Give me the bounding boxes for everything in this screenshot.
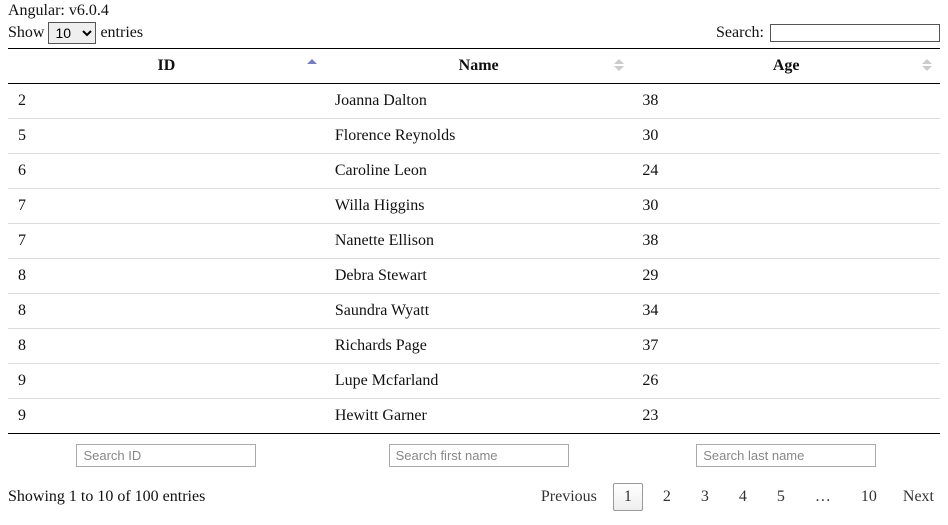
cell-age: 37	[632, 329, 940, 364]
cell-id: 6	[8, 154, 325, 189]
sort-icon	[307, 59, 317, 73]
cell-id: 9	[8, 364, 325, 399]
column-header-name[interactable]: Name	[325, 49, 633, 84]
sort-icon	[614, 59, 624, 73]
cell-age: 30	[632, 189, 940, 224]
pagination-ellipsis: …	[805, 484, 841, 510]
cell-name: Richards Page	[325, 329, 633, 364]
cell-age: 30	[632, 119, 940, 154]
filter-last-name-input[interactable]	[696, 444, 876, 467]
table-row: 8Debra Stewart29	[8, 259, 940, 294]
cell-name: Lupe Mcfarland	[325, 364, 633, 399]
table-row: 7Willa Higgins30	[8, 189, 940, 224]
length-suffix: entries	[100, 24, 143, 42]
cell-id: 8	[8, 329, 325, 364]
length-control: Show 102550100 entries	[8, 22, 143, 44]
filter-first-name-input[interactable]	[389, 444, 569, 467]
table-row: 8Richards Page37	[8, 329, 940, 364]
cell-name: Hewitt Garner	[325, 399, 633, 434]
cell-id: 7	[8, 189, 325, 224]
pagination-page[interactable]: 5	[767, 484, 795, 510]
global-search: Search:	[716, 24, 940, 42]
table-row: 7Nanette Ellison38	[8, 224, 940, 259]
column-header-age-label: Age	[773, 57, 800, 74]
table-info: Showing 1 to 10 of 100 entries	[8, 488, 205, 506]
cell-name: Saundra Wyatt	[325, 294, 633, 329]
pagination-page[interactable]: 1	[613, 483, 643, 511]
cell-id: 8	[8, 259, 325, 294]
cell-age: 34	[632, 294, 940, 329]
sort-icon	[922, 59, 932, 73]
cell-age: 38	[632, 84, 940, 119]
table-row: 2Joanna Dalton38	[8, 84, 940, 119]
pagination-page[interactable]: 10	[851, 484, 887, 510]
cell-name: Debra Stewart	[325, 259, 633, 294]
column-header-age[interactable]: Age	[632, 49, 940, 84]
cell-age: 24	[632, 154, 940, 189]
cell-name: Caroline Leon	[325, 154, 633, 189]
column-header-id[interactable]: ID	[8, 49, 325, 84]
cell-age: 29	[632, 259, 940, 294]
length-select[interactable]: 102550100	[48, 22, 96, 44]
table-row: 8Saundra Wyatt34	[8, 294, 940, 329]
cell-id: 2	[8, 84, 325, 119]
cell-name: Willa Higgins	[325, 189, 633, 224]
table-row: 9Hewitt Garner23	[8, 399, 940, 434]
search-label: Search:	[716, 24, 764, 42]
pagination-previous[interactable]: Previous	[535, 484, 603, 510]
column-header-id-label: ID	[158, 57, 176, 74]
pagination: Previous 12345 … 10 Next	[535, 483, 940, 511]
cell-id: 5	[8, 119, 325, 154]
search-input[interactable]	[770, 24, 940, 42]
version-label: Angular: v6.0.4	[8, 2, 940, 20]
table-row: 5Florence Reynolds30	[8, 119, 940, 154]
length-prefix: Show	[8, 24, 44, 42]
cell-name: Florence Reynolds	[325, 119, 633, 154]
pagination-page[interactable]: 4	[729, 484, 757, 510]
cell-id: 7	[8, 224, 325, 259]
cell-id: 9	[8, 399, 325, 434]
cell-name: Joanna Dalton	[325, 84, 633, 119]
cell-age: 23	[632, 399, 940, 434]
table-row: 6Caroline Leon24	[8, 154, 940, 189]
table-row: 9Lupe Mcfarland26	[8, 364, 940, 399]
data-table: ID Name Age 2Joanna Dalton385Florence Re…	[8, 48, 940, 467]
cell-name: Nanette Ellison	[325, 224, 633, 259]
pagination-page[interactable]: 3	[691, 484, 719, 510]
pagination-page[interactable]: 2	[653, 484, 681, 510]
cell-age: 38	[632, 224, 940, 259]
cell-id: 8	[8, 294, 325, 329]
pagination-next[interactable]: Next	[897, 484, 940, 510]
filter-id-input[interactable]	[76, 444, 256, 467]
column-header-name-label: Name	[459, 57, 499, 74]
cell-age: 26	[632, 364, 940, 399]
